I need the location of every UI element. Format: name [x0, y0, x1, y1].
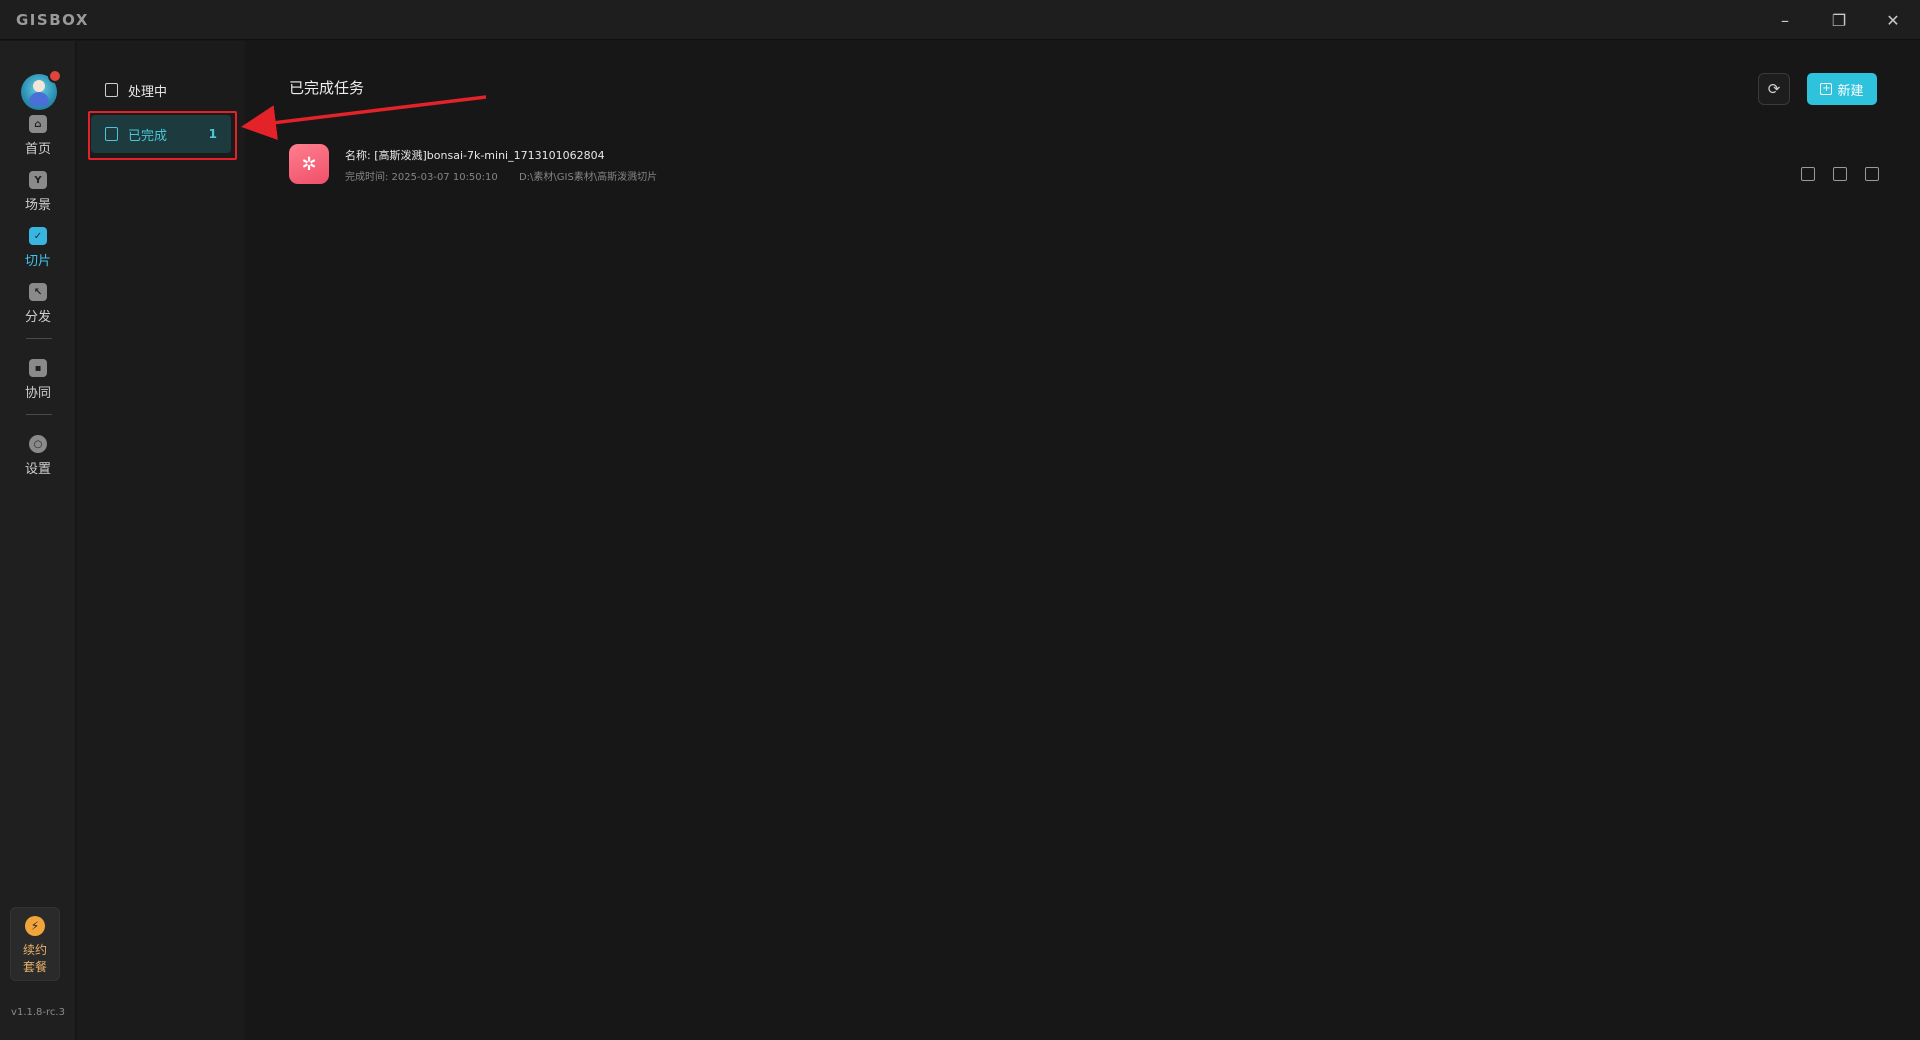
rail-item-label: 协同 — [24, 386, 51, 401]
app-logo: GISBOX — [16, 10, 89, 29]
page-title: 已完成任务 — [289, 79, 365, 97]
subnav-item-label: 已完成 — [128, 128, 168, 144]
rail-item-label: 首页 — [24, 142, 51, 157]
rail-item-label: 切片 — [24, 254, 51, 269]
completed-count-badge: 1 — [208, 127, 217, 141]
rail-item-label: 场景 — [24, 198, 51, 213]
rail-item-label: 分发 — [24, 310, 51, 325]
version-text: v1.1.8-rc.3 — [11, 1007, 65, 1018]
close-button[interactable]: ✕ — [1866, 0, 1920, 40]
renew-plan-button[interactable]: ⚡ 续约套餐 — [10, 907, 60, 981]
avatar-body — [29, 92, 49, 106]
rail-divider — [26, 414, 52, 415]
rail-divider — [26, 338, 52, 339]
new-task-label: 新建 — [1837, 83, 1864, 99]
lightning-icon: ⚡ — [25, 916, 45, 936]
delete-icon[interactable] — [1865, 167, 1879, 181]
title-bar: GISBOX – ❐ ✕ — [0, 0, 1920, 40]
task-actions — [1783, 167, 1879, 181]
renew-plan-label: 续约套餐 — [22, 943, 47, 974]
new-task-button[interactable]: + 新建 — [1807, 73, 1877, 105]
doc-check-icon — [105, 127, 118, 141]
app-window: GISBOX – ❐ ✕ ⌂ 首页 Y 场景 ✓ 切片 ↖ 分发 ▪ 协同 ○ … — [0, 0, 1920, 1040]
window-controls: – ❐ ✕ — [1758, 0, 1920, 40]
restore-button[interactable]: ❐ — [1812, 0, 1866, 40]
task-meta: 完成时间: 2025-03-07 10:50:10 D:\素材\GIS素材\高斯… — [345, 168, 675, 183]
rail-item-collab[interactable]: ▪ 协同 — [0, 359, 76, 415]
gaussian-splat-icon: ✲ — [289, 144, 329, 184]
task-completed-time: 完成时间: 2025-03-07 10:50:10 — [345, 172, 498, 183]
home-icon: ⌂ — [29, 115, 47, 133]
main-panel: 已完成任务 ⟳ + 新建 ✲ 名称: [高斯泼溅]bonsai-7k-mini_… — [246, 41, 1920, 1040]
avatar-head — [33, 80, 45, 92]
rail-item-slice[interactable]: ✓ 切片 — [0, 227, 76, 283]
refresh-icon: ⟳ — [1767, 80, 1781, 98]
subnav-item-label: 处理中 — [128, 84, 168, 100]
subnav-item-completed[interactable]: 已完成 1 — [91, 115, 231, 153]
left-rail: ⌂ 首页 Y 场景 ✓ 切片 ↖ 分发 ▪ 协同 ○ 设置 ⚡ 续约套餐 v1.… — [0, 41, 76, 1040]
rail-item-scene[interactable]: Y 场景 — [0, 171, 76, 227]
subnav-item-processing[interactable]: 处理中 — [91, 71, 231, 109]
save-icon[interactable] — [1833, 167, 1847, 181]
gear-icon: ○ — [29, 435, 47, 453]
lock-icon: ▪ — [29, 359, 47, 377]
scene-cube-icon: Y — [29, 171, 47, 189]
notification-badge-icon[interactable] — [48, 69, 62, 83]
add-icon: + — [1820, 83, 1833, 95]
task-name: 名称: [高斯泼溅]bonsai-7k-mini_1713101062804 — [345, 149, 605, 162]
rail-item-settings[interactable]: ○ 设置 — [0, 435, 76, 491]
sub-nav: 处理中 已完成 1 — [77, 41, 245, 1040]
task-row[interactable]: ✲ 名称: [高斯泼溅]bonsai-7k-mini_1713101062804… — [289, 144, 1879, 188]
rail-item-distribute[interactable]: ↖ 分发 — [0, 283, 76, 339]
refresh-button[interactable]: ⟳ — [1758, 73, 1790, 105]
slice-doc-icon: ✓ — [29, 227, 47, 245]
task-output-path: D:\素材\GIS素材\高斯泼溅切片 — [518, 172, 658, 183]
doc-plus-icon — [105, 83, 118, 97]
rail-item-home[interactable]: ⌂ 首页 — [0, 115, 76, 171]
rail-item-label: 设置 — [24, 462, 51, 477]
distribute-icon: ↖ — [29, 283, 47, 301]
publish-icon[interactable] — [1801, 167, 1815, 181]
minimize-button[interactable]: – — [1758, 0, 1812, 40]
